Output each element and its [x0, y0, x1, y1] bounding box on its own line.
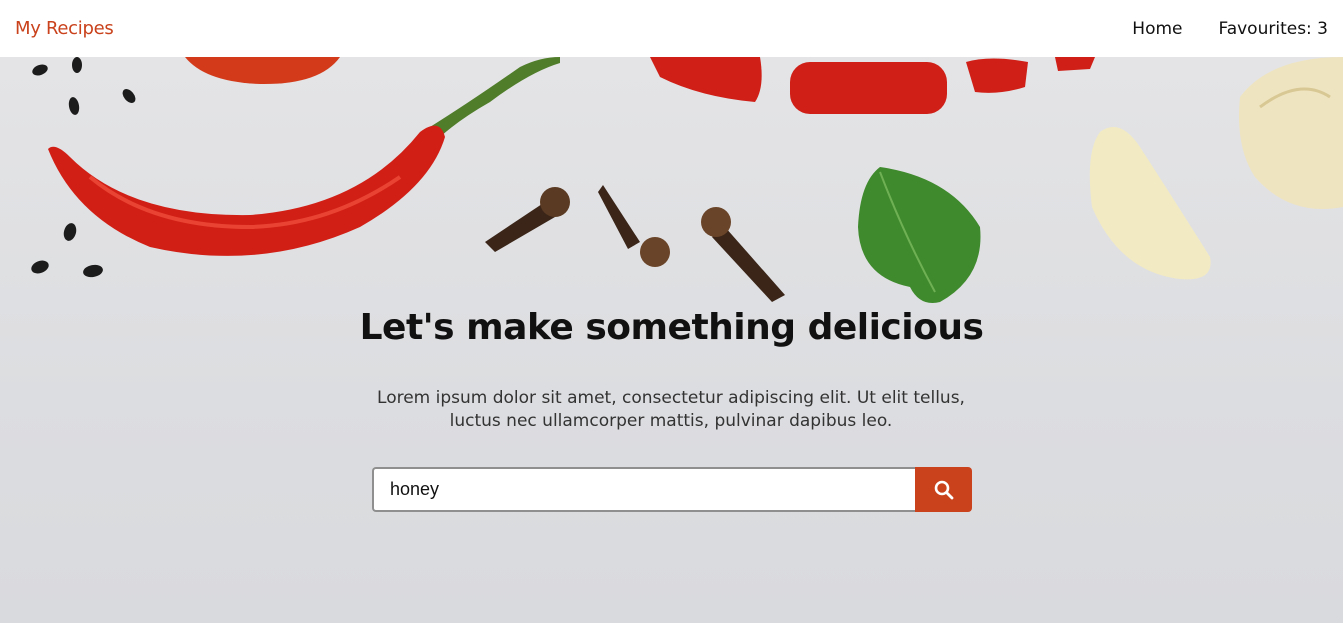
nav-link-favourites[interactable]: Favourites: 3: [1218, 19, 1328, 39]
search-button[interactable]: [915, 467, 972, 512]
chili-slices: [650, 57, 1095, 114]
hero-section: Let's make something delicious Lorem ips…: [0, 57, 1343, 623]
hero-title: Let's make something delicious: [359, 307, 984, 348]
basil-leaf: [858, 167, 981, 303]
search-input[interactable]: [372, 467, 915, 512]
nav-link-home[interactable]: Home: [1132, 19, 1182, 39]
navbar: My Recipes Home Favourites: 3: [0, 0, 1343, 57]
nav-links: Home Favourites: 3: [1132, 19, 1328, 39]
red-chili: [48, 57, 560, 256]
hero-description: Lorem ipsum dolor sit amet, consectetur …: [377, 388, 965, 431]
search-icon: [934, 480, 953, 499]
brand-logo[interactable]: My Recipes: [15, 18, 114, 39]
garlic: [1089, 57, 1343, 280]
red-pepper-slice: [185, 57, 340, 85]
search-bar: [372, 467, 972, 512]
sesame-seeds: [31, 57, 136, 278]
cloves: [485, 185, 785, 302]
